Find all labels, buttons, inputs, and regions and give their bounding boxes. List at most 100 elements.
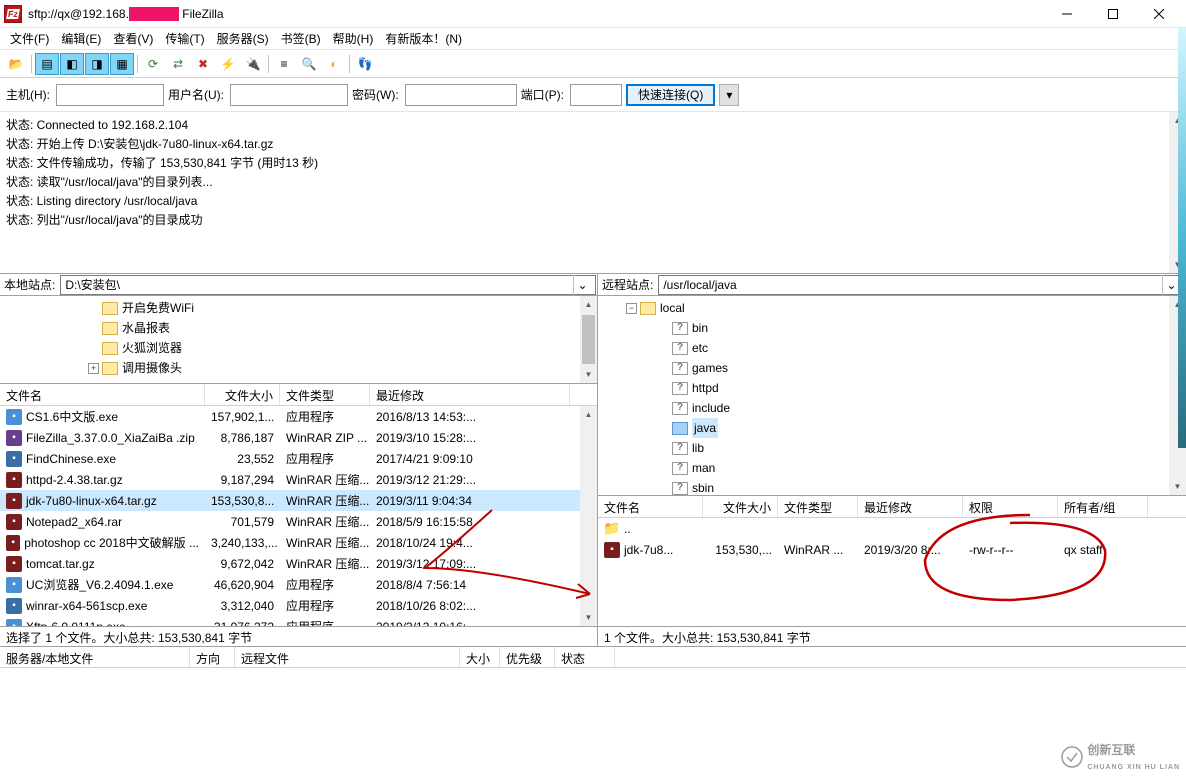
chevron-down-icon[interactable]: ⌄ — [573, 275, 591, 295]
menubar: 文件(F)编辑(E)查看(V)传输(T)服务器(S)书签(B)帮助(H)有新版本… — [0, 28, 1186, 50]
host-input[interactable] — [56, 84, 164, 106]
local-site-label: 本地站点: — [0, 276, 59, 293]
tree-item[interactable]: ?bin — [602, 318, 1182, 338]
maximize-button[interactable] — [1090, 0, 1136, 28]
column-header[interactable]: 优先级 — [500, 647, 555, 667]
log-line: 状态: Connected to 192.168.2.104 — [6, 116, 1180, 135]
remote-path-input[interactable]: /usr/local/java⌄ — [658, 275, 1185, 295]
pass-label: 密码(W): — [352, 86, 399, 103]
refresh-icon[interactable]: ⟳ — [141, 53, 165, 75]
titlebar: Fz sftp://qx@192.168.xxx FileZilla — [0, 0, 1186, 28]
menu-item[interactable]: 帮助(H) — [327, 28, 380, 49]
sync-browse-icon[interactable]: 👣 — [353, 53, 377, 75]
watermark: 创新互联CHUANG XIN HU LIAN — [1061, 741, 1180, 772]
remote-file-list[interactable]: 📁..▪jdk-7u8...153,530,...WinRAR ...2019/… — [598, 518, 1186, 626]
compare-icon[interactable]: ◐ — [322, 53, 346, 75]
log-line: 状态: Listing directory /usr/local/java — [6, 192, 1180, 211]
column-header[interactable]: 文件类型 — [778, 496, 858, 517]
tree-item[interactable]: ?include — [602, 398, 1182, 418]
tree-item[interactable]: −local — [602, 298, 1182, 318]
queue-header: 服务器/本地文件方向远程文件大小优先级状态 — [0, 646, 1186, 668]
local-file-list[interactable]: ▪CS1.6中文版.exe157,902,1...应用程序2016/8/13 1… — [0, 406, 597, 626]
column-header[interactable]: 所有者/组 — [1058, 496, 1148, 517]
filter-icon[interactable]: ≡ — [272, 53, 296, 75]
file-row[interactable]: ▪CS1.6中文版.exe157,902,1...应用程序2016/8/13 1… — [0, 406, 597, 427]
file-row[interactable]: ▪FindChinese.exe23,552应用程序2017/4/21 9:09… — [0, 448, 597, 469]
file-row[interactable]: ▪httpd-2.4.38.tar.gz9,187,294WinRAR 压缩..… — [0, 469, 597, 490]
column-header[interactable]: 远程文件 — [235, 647, 460, 667]
tree-item[interactable]: ?httpd — [602, 378, 1182, 398]
port-input[interactable] — [570, 84, 622, 106]
local-selection-status: 选择了 1 个文件。大小总共: 153,530,841 字节 — [0, 626, 597, 646]
toggle-local-tree-icon[interactable]: ◧ — [60, 53, 84, 75]
port-label: 端口(P): — [521, 86, 564, 103]
close-button[interactable] — [1136, 0, 1182, 28]
file-row[interactable]: ▪photoshop cc 2018中文破解版 ...3,240,133,...… — [0, 532, 597, 553]
tree-item[interactable]: 开启免费WiFi — [4, 298, 593, 318]
column-header[interactable]: 文件大小 — [703, 496, 778, 517]
column-header[interactable]: 状态 — [555, 647, 615, 667]
log-line: 状态: 读取"/usr/local/java"的目录列表... — [6, 173, 1180, 192]
remote-site-label: 远程站点: — [598, 276, 657, 293]
tree-item[interactable]: ?games — [602, 358, 1182, 378]
file-row[interactable]: ▪winrar-x64-561scp.exe3,312,040应用程序2018/… — [0, 595, 597, 616]
file-row[interactable]: ▪tomcat.tar.gz9,672,042WinRAR 压缩...2019/… — [0, 553, 597, 574]
log-line: 状态: 开始上传 D:\安装包\jdk-7u80-linux-x64.tar.g… — [6, 135, 1180, 154]
tree-item[interactable]: +调用摄像头 — [4, 358, 593, 378]
column-header[interactable]: 最近修改 — [858, 496, 963, 517]
column-header[interactable]: 最近修改 — [370, 384, 570, 405]
column-header[interactable]: 文件大小 — [205, 384, 280, 405]
local-path-input[interactable]: D:\安装包\⌄ — [60, 275, 596, 295]
minimize-button[interactable] — [1044, 0, 1090, 28]
file-row[interactable]: 📁.. — [598, 518, 1186, 539]
tree-item[interactable]: ?sbin — [602, 478, 1182, 496]
toggle-remote-tree-icon[interactable]: ◨ — [85, 53, 109, 75]
local-pane: 本地站点: D:\安装包\⌄ 开启免费WiFi水晶报表火狐浏览器+调用摄像头 ▲… — [0, 274, 598, 646]
column-header[interactable]: 文件名 — [0, 384, 205, 405]
tree-item[interactable]: ?etc — [602, 338, 1182, 358]
column-header[interactable]: 方向 — [190, 647, 235, 667]
toggle-log-icon[interactable]: ▤ — [35, 53, 59, 75]
remote-tree[interactable]: −local?bin?etc?games?httpd?includejava?l… — [598, 296, 1186, 496]
tree-item[interactable]: java — [602, 418, 1182, 438]
site-manager-icon[interactable]: 📂 — [4, 53, 28, 75]
local-tree[interactable]: 开启免费WiFi水晶报表火狐浏览器+调用摄像头 ▲▼ — [0, 296, 597, 384]
file-row[interactable]: ▪jdk-7u80-linux-x64.tar.gz153,530,8...Wi… — [0, 490, 597, 511]
log-line: 状态: 列出"/usr/local/java"的目录成功 — [6, 211, 1180, 230]
tree-item[interactable]: ?man — [602, 458, 1182, 478]
file-row[interactable]: ▪jdk-7u8...153,530,...WinRAR ...2019/3/2… — [598, 539, 1186, 560]
disconnect-icon[interactable]: ⚡ — [216, 53, 240, 75]
tree-item[interactable]: 火狐浏览器 — [4, 338, 593, 358]
user-input[interactable] — [230, 84, 348, 106]
cancel-icon[interactable]: ✖ — [191, 53, 215, 75]
toggle-queue-icon[interactable]: ▦ — [110, 53, 134, 75]
log-line: 状态: 文件传输成功，传输了 153,530,841 字节 (用时13 秒) — [6, 154, 1180, 173]
quickconnect-button[interactable]: 快速连接(Q) — [626, 84, 715, 106]
tree-item[interactable]: 水晶报表 — [4, 318, 593, 338]
menu-item[interactable]: 书签(B) — [275, 28, 327, 49]
menu-item[interactable]: 查看(V) — [107, 28, 159, 49]
quickconnect-dropdown[interactable]: ▾ — [719, 84, 739, 106]
app-icon: Fz — [4, 5, 22, 23]
pass-input[interactable] — [405, 84, 517, 106]
reconnect-icon[interactable]: 🔌 — [241, 53, 265, 75]
search-icon[interactable]: 🔍 — [297, 53, 321, 75]
tree-item[interactable]: ?lib — [602, 438, 1182, 458]
column-header[interactable]: 权限 — [963, 496, 1058, 517]
column-header[interactable]: 大小 — [460, 647, 500, 667]
column-header[interactable]: 服务器/本地文件 — [0, 647, 190, 667]
file-row[interactable]: ▪UC浏览器_V6.2.4094.1.exe46,620,904应用程序2018… — [0, 574, 597, 595]
menu-item[interactable]: 服务器(S) — [211, 28, 275, 49]
menu-item[interactable]: 有新版本！(N) — [379, 28, 468, 49]
menu-item[interactable]: 文件(F) — [4, 28, 55, 49]
process-queue-icon[interactable]: ⇄ — [166, 53, 190, 75]
file-row[interactable]: ▪FileZilla_3.37.0.0_XiaZaiBa .zip8,786,1… — [0, 427, 597, 448]
menu-item[interactable]: 编辑(E) — [55, 28, 107, 49]
file-row[interactable]: ▪Xftp-6.0.0111p.exe31,976,272应用程序2019/3/… — [0, 616, 597, 626]
column-header[interactable]: 文件名 — [598, 496, 703, 517]
column-header[interactable]: 文件类型 — [280, 384, 370, 405]
file-row[interactable]: ▪Notepad2_x64.rar701,579WinRAR 压缩...2018… — [0, 511, 597, 532]
host-label: 主机(H): — [6, 86, 50, 103]
menu-item[interactable]: 传输(T) — [159, 28, 210, 49]
log-pane: 状态: Connected to 192.168.2.104状态: 开始上传 D… — [0, 112, 1186, 274]
